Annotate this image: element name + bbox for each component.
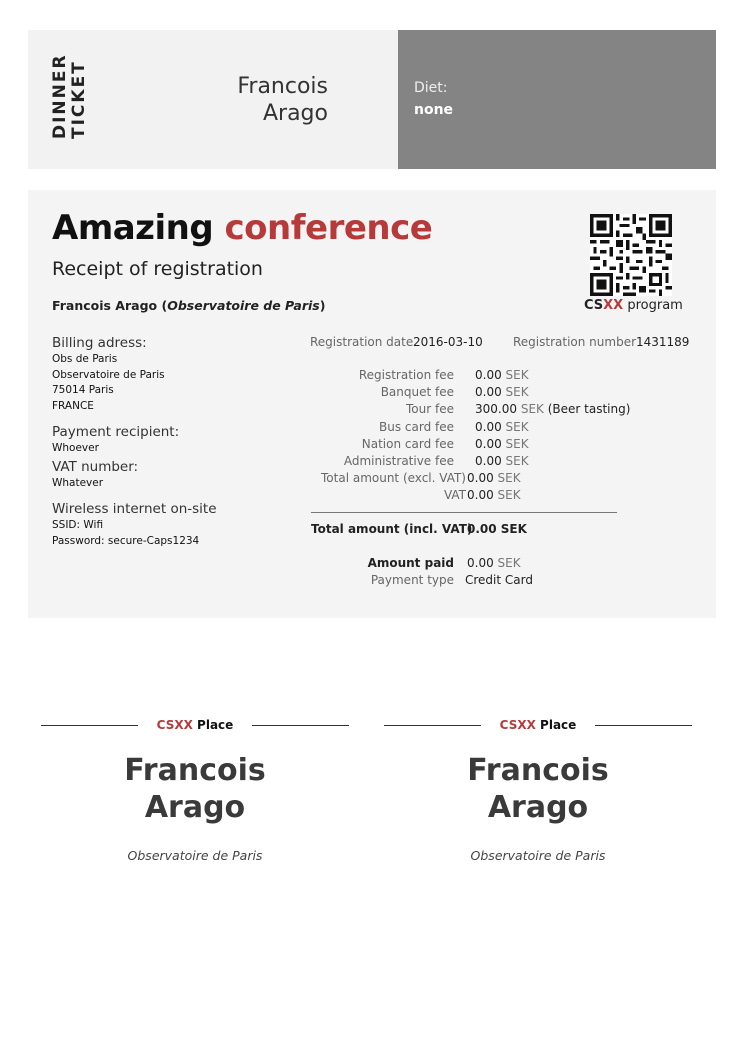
amount-paid-amount: 0.00	[467, 556, 494, 570]
fee-currency: SEK	[497, 471, 521, 486]
amount-paid-currency: SEK	[497, 556, 521, 570]
place-card: CSXX Place Francois Arago Observatoire d…	[384, 712, 692, 863]
wifi-password: Password: secure-Caps1234	[52, 534, 200, 547]
fee-amount: 0.00	[475, 385, 502, 400]
place-card-name: Francois Arago	[384, 752, 692, 826]
wifi-ssid: SSID: Wifi	[52, 519, 104, 531]
place-card-tag-text: Place	[540, 718, 577, 732]
place-card-first-name: Francois	[467, 753, 609, 788]
ticket-type-line2: TICKET	[69, 60, 89, 139]
ticket-type-line1: DINNER	[50, 53, 70, 139]
fee-row: Administrative fee 0.00 SEK	[228, 453, 658, 470]
place-card-tag-text: Place	[197, 718, 234, 732]
fee-row: Registration fee 0.00 SEK	[228, 367, 658, 384]
conference-title-word2: conference	[224, 208, 433, 248]
registration-date-label: Registration date	[310, 335, 414, 349]
fee-value: 0.00 SEK	[467, 487, 521, 504]
fee-value: 0.00 SEK	[475, 436, 529, 453]
ticket-attendee-name: Francois Arago	[237, 73, 328, 127]
receipt-panel: Amazing conference Receipt of registrati…	[28, 190, 716, 618]
fee-amount: 0.00	[475, 436, 502, 451]
place-card-name: Francois Arago	[41, 752, 349, 826]
billing-line: Obs de Paris	[52, 353, 118, 365]
attendee-org: Observatoire de Paris	[167, 298, 320, 313]
place-card-last-name: Arago	[144, 790, 246, 825]
fee-currency: SEK	[505, 385, 529, 400]
place-card: CSXX Place Francois Arago Observatoire d…	[41, 712, 349, 863]
total-label: Total amount (incl. VAT)	[311, 522, 473, 536]
fee-label: Banquet fee	[380, 385, 454, 400]
fee-row: Banquet fee 0.00 SEK	[228, 384, 658, 401]
payment-type-label: Payment type	[370, 573, 454, 587]
fee-row: Bus card fee 0.00 SEK	[228, 419, 658, 436]
registration-number-label: Registration number	[513, 335, 637, 349]
total-value: 0.00 SEK	[467, 522, 527, 536]
fee-label: Total amount (excl. VAT)	[321, 471, 466, 486]
attendee-line: Francois Arago (Observatoire de Paris)	[52, 298, 326, 313]
ticket-last-name: Arago	[262, 101, 328, 126]
divider-line	[252, 725, 349, 726]
fee-label: Bus card fee	[379, 419, 454, 434]
ticket-diet-panel: Diet: none	[398, 30, 716, 169]
fee-label: Administrative fee	[343, 453, 454, 468]
place-card-last-name: Arago	[487, 790, 589, 825]
fee-currency: SEK	[505, 436, 529, 451]
receipt-subtitle: Receipt of registration	[52, 258, 263, 280]
program-prefix: CS	[584, 298, 604, 313]
fee-value: 0.00 SEK	[467, 470, 521, 487]
divider-line	[595, 725, 692, 726]
fee-row: Tour fee 300.00 SEK (Beer tasting)	[228, 401, 658, 418]
place-card-tag-accent: CSXX	[156, 718, 193, 732]
conference-title: Amazing conference	[52, 208, 433, 248]
fee-label: VAT	[443, 488, 466, 503]
fee-amount: 300.00	[475, 402, 517, 417]
fee-label: Registration fee	[358, 368, 454, 382]
conference-title-word1: Amazing	[52, 208, 214, 248]
diet-value: none	[414, 102, 454, 118]
registration-date-value: 2016-03-10	[413, 335, 483, 349]
place-card-header: CSXX Place	[384, 712, 692, 740]
fee-currency: SEK	[497, 488, 521, 503]
fee-value: 0.00 SEK	[475, 384, 529, 401]
fee-currency: SEK	[520, 402, 544, 417]
fee-note: (Beer tasting)	[547, 402, 631, 417]
fee-amount: 0.00	[467, 488, 494, 503]
fee-currency: SEK	[505, 419, 529, 434]
attendee-name: Francois Arago	[52, 298, 158, 313]
fee-amount: 0.00	[467, 471, 494, 486]
program-suffix: program	[627, 298, 683, 313]
amount-paid-label: Amount paid	[367, 556, 454, 570]
place-card-org: Observatoire de Paris	[470, 848, 606, 863]
fee-row: Nation card fee 0.00 SEK	[228, 436, 658, 453]
fee-amount: 0.00	[475, 368, 502, 382]
diet-label: Diet:	[414, 80, 448, 96]
fee-value: 0.00 SEK	[475, 453, 529, 470]
fee-value: 0.00 SEK	[475, 419, 529, 436]
place-card-tag-accent: CSXX	[499, 718, 536, 732]
fee-value: 0.00 SEK	[475, 367, 529, 384]
fee-label: Nation card fee	[361, 436, 454, 451]
ticket-type-label: DINNER TICKET	[50, 53, 89, 139]
registration-number-value: 1431189	[636, 335, 690, 349]
fee-label: Tour fee	[406, 402, 454, 417]
amount-paid-value: 0.00 SEK	[467, 556, 521, 570]
fee-row: Total amount (excl. VAT) 0.00 SEK	[228, 470, 658, 487]
place-card-first-name: Francois	[124, 753, 266, 788]
fee-table: Registration fee 0.00 SEK Banquet fee 0.…	[228, 367, 658, 505]
program-accent: XX	[603, 298, 624, 313]
fee-amount: 0.00	[475, 419, 502, 434]
billing-label: Billing adress:	[52, 335, 147, 351]
qr-code-icon	[590, 214, 672, 296]
total-divider	[311, 512, 617, 513]
fee-currency: SEK	[505, 453, 529, 468]
program-label: CSXX program	[584, 298, 683, 313]
place-card-org: Observatoire de Paris	[127, 848, 263, 863]
ticket-first-name: Francois	[237, 74, 328, 99]
fee-currency: SEK	[505, 368, 529, 382]
fee-row: VAT 0.00 SEK	[228, 487, 658, 504]
place-card-header: CSXX Place	[41, 712, 349, 740]
payment-type-value: Credit Card	[465, 573, 533, 587]
fee-amount: 0.00	[475, 453, 502, 468]
fee-value: 300.00 SEK (Beer tasting)	[475, 401, 630, 418]
